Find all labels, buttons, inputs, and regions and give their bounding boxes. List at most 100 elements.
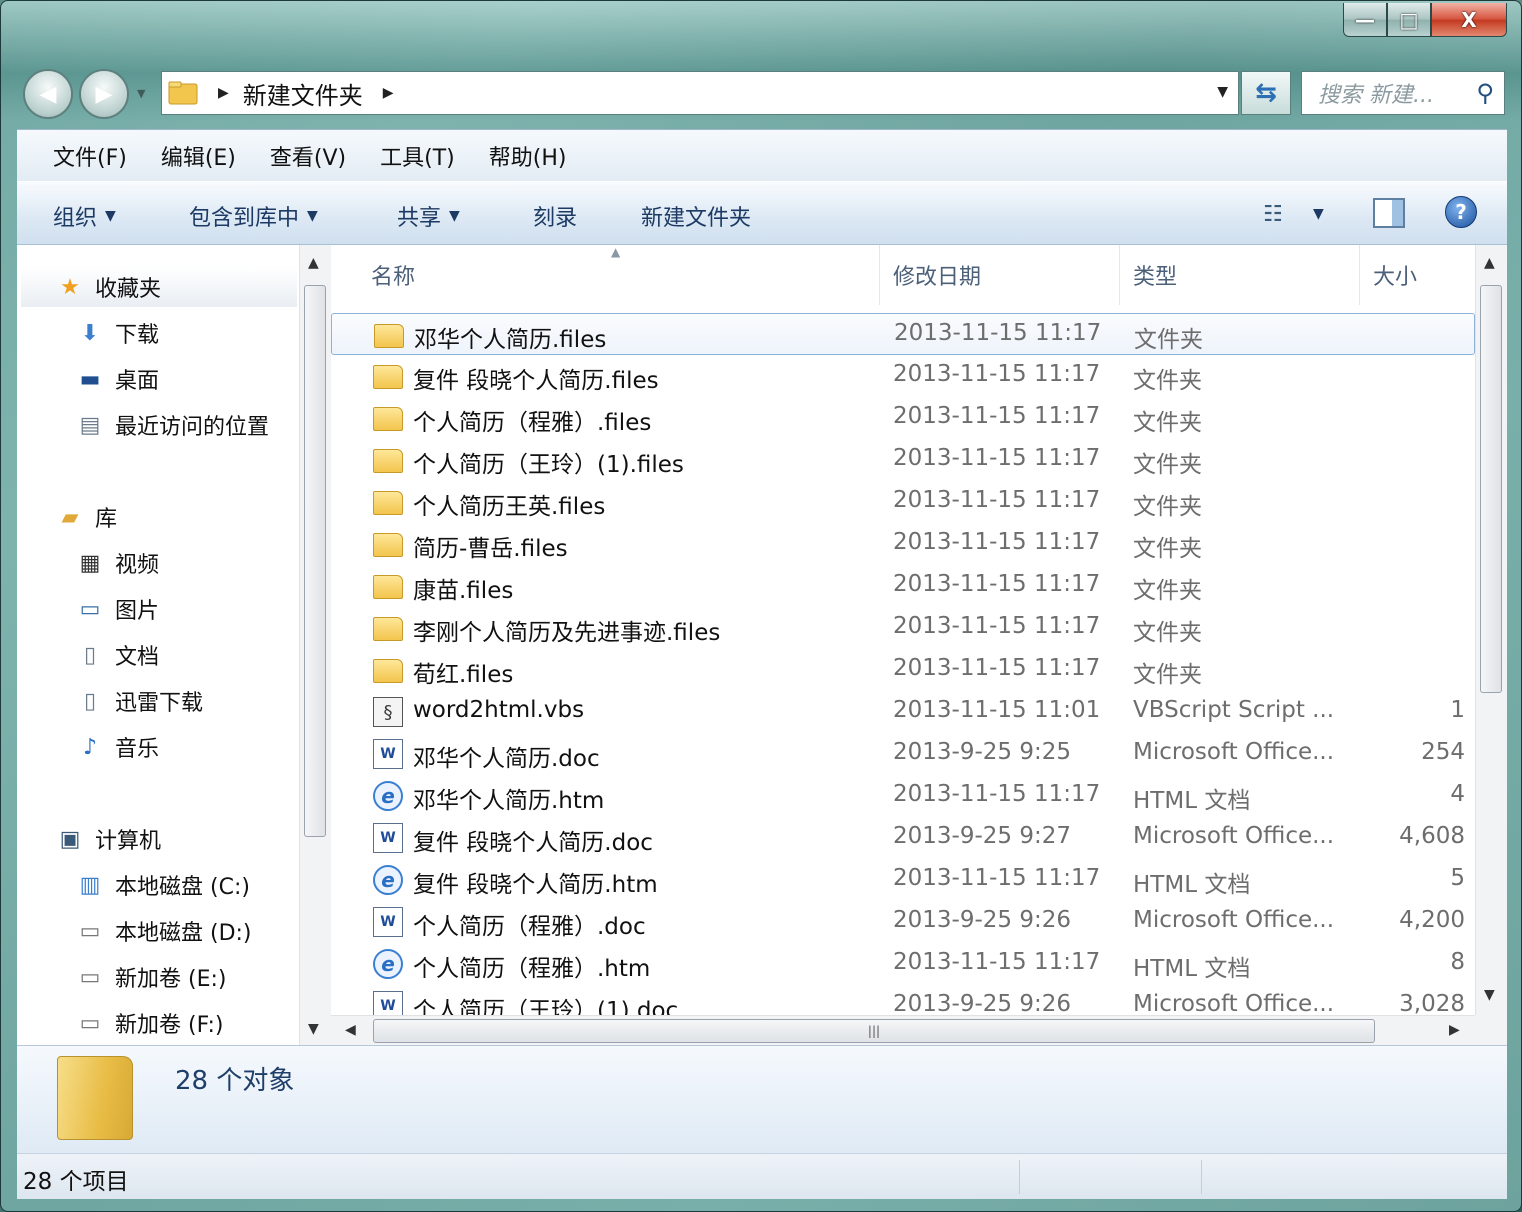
file-date: 2013-11-15 11:17 <box>893 949 1101 975</box>
back-button[interactable]: ◀ <box>23 69 73 119</box>
share-button[interactable]: 共享 ▼ <box>397 200 460 232</box>
word-document-icon: W <box>373 739 403 769</box>
sidebar-item-documents[interactable]: ▯ 文档 <box>75 635 159 675</box>
sidebar-item-recent[interactable]: ▤ 最近访问的位置 <box>75 405 269 445</box>
sidebar-item-pictures[interactable]: ▭ 图片 <box>75 589 159 629</box>
sidebar-favorites[interactable]: ★ 收藏夹 <box>21 267 297 307</box>
help-icon[interactable]: ? <box>1445 196 1477 228</box>
sidebar-item-downloads[interactable]: ⬇ 下载 <box>75 313 159 353</box>
column-divider[interactable] <box>1359 245 1360 305</box>
maximize-button[interactable]: □ <box>1387 3 1431 37</box>
sidebar-item-drive-e[interactable]: ▭ 新加卷 (E:) <box>75 957 227 997</box>
minimize-button[interactable]: — <box>1343 3 1387 37</box>
sidebar-computer[interactable]: ▣ 计算机 <box>55 819 161 859</box>
table-row[interactable]: 复件 段晓个人简历.files 2013-11-15 11:17 文件夹 <box>331 355 1475 397</box>
scroll-thumb[interactable] <box>304 285 326 837</box>
breadcrumb-arrow-icon[interactable]: ▶ <box>383 85 394 101</box>
table-row[interactable]: 邓华个人简历.files 2013-11-15 11:17 文件夹 <box>331 313 1475 355</box>
scroll-down-icon[interactable]: ▼ <box>1484 987 1495 1003</box>
column-divider[interactable] <box>879 245 880 305</box>
table-row[interactable]: 康苗.files 2013-11-15 11:17 文件夹 <box>331 565 1475 607</box>
burn-button[interactable]: 刻录 <box>533 200 577 232</box>
forward-button[interactable]: ▶ <box>79 69 129 119</box>
breadcrumb-item[interactable]: 新建文件夹 <box>243 76 363 111</box>
sidebar-item-label: 最近访问的位置 <box>115 415 270 440</box>
table-row[interactable]: 个人简历（王玲）(1).files 2013-11-15 11:17 文件夹 <box>331 439 1475 481</box>
column-name[interactable]: 名称 <box>371 259 415 291</box>
table-row[interactable]: e 复件 段晓个人简历.htm 2013-11-15 11:17 HTML 文档 5 <box>331 859 1475 901</box>
column-date[interactable]: 修改日期 <box>893 259 981 291</box>
file-rows: 邓华个人简历.files 2013-11-15 11:17 文件夹 复件 段晓个人简历… <box>331 313 1475 1015</box>
table-row[interactable]: W 邓华个人简历.doc 2013-9-25 9:25 Microsoft Offic… <box>331 733 1475 775</box>
sidebar-item-drive-d[interactable]: ▭ 本地磁盘 (D:) <box>75 911 252 951</box>
menu-edit[interactable]: 编辑(E) <box>161 140 236 172</box>
close-button[interactable]: X <box>1431 3 1507 37</box>
file-type: HTML 文档 <box>1133 956 1251 982</box>
table-row[interactable]: e 邓华个人简历.htm 2013-11-15 11:17 HTML 文档 4 <box>331 775 1475 817</box>
sidebar-item-desktop[interactable]: ▬ 桌面 <box>75 359 159 399</box>
table-row[interactable]: § word2html.vbs 2013-11-15 11:01 VBScript S… <box>331 691 1475 733</box>
file-list-vertical-scrollbar[interactable]: ▲ ▼ <box>1475 245 1507 1015</box>
navigation-pane-scrollbar[interactable]: ▲ ▼ <box>299 245 331 1045</box>
table-row[interactable]: 李刚个人简历及先进事迹.files 2013-11-15 11:17 文件夹 <box>331 607 1475 649</box>
sidebar-item-drive-f[interactable]: ▭ 新加卷 (F:) <box>75 1003 224 1043</box>
column-divider[interactable] <box>1119 245 1120 305</box>
scroll-up-icon[interactable]: ▲ <box>1484 255 1495 271</box>
breadcrumb-arrow-icon[interactable]: ▶ <box>218 85 229 101</box>
scroll-up-icon[interactable]: ▲ <box>308 255 319 271</box>
sidebar-item-videos[interactable]: ▦ 视频 <box>75 543 159 583</box>
file-type: 文件夹 <box>1134 327 1203 353</box>
view-options-icon[interactable]: ☷ <box>1263 202 1283 227</box>
details-pane: 28 个对象 <box>17 1045 1507 1153</box>
sidebar-libraries[interactable]: ▰ 库 <box>55 497 117 537</box>
scroll-down-icon[interactable]: ▼ <box>308 1021 319 1037</box>
menu-tools[interactable]: 工具(T) <box>380 140 455 172</box>
html-document-icon: e <box>373 781 403 811</box>
file-type: 文件夹 <box>1133 620 1202 646</box>
table-row[interactable]: 个人简历（程雅）.files 2013-11-15 11:17 文件夹 <box>331 397 1475 439</box>
table-row[interactable]: W 个人简历（王玲）(1).doc 2013-9-25 9:26 Microsoft … <box>331 985 1475 1015</box>
table-row[interactable]: 简历-曹岳.files 2013-11-15 11:17 文件夹 <box>331 523 1475 565</box>
explorer-window: — □ X ◀ ▶ ▼ ▶ 新建文件夹 ▶ ▼ ⇆ 搜索 新建... ⚲ 文件(… <box>0 0 1522 1212</box>
address-dropdown-icon[interactable]: ▼ <box>1217 84 1228 100</box>
search-box[interactable]: 搜索 新建... ⚲ <box>1301 71 1505 115</box>
folder-icon <box>373 659 403 683</box>
new-folder-button[interactable]: 新建文件夹 <box>641 200 751 232</box>
file-date: 2013-11-15 11:17 <box>893 781 1101 807</box>
recent-pages-dropdown[interactable]: ▼ <box>137 87 145 100</box>
address-bar[interactable]: ▶ 新建文件夹 ▶ ▼ <box>161 71 1239 115</box>
scroll-thumb[interactable]: ||| <box>373 1019 1375 1043</box>
chevron-down-icon[interactable]: ▼ <box>1313 206 1324 222</box>
table-row[interactable]: W 复件 段晓个人简历.doc 2013-9-25 9:27 Microsoft Of… <box>331 817 1475 859</box>
include-library-button[interactable]: 包含到库中 ▼ <box>189 200 318 232</box>
sidebar-item-drive-c[interactable]: ▥ 本地磁盘 (C:) <box>75 865 250 905</box>
video-icon: ▦ <box>79 550 101 576</box>
caption-buttons: — □ X <box>1343 3 1507 39</box>
file-list-horizontal-scrollbar[interactable]: ◀ ||| ▶ <box>331 1015 1475 1045</box>
sidebar-item-xunlei[interactable]: ▯ 迅雷下载 <box>75 681 203 721</box>
file-date: 2013-11-15 11:17 <box>893 487 1101 513</box>
column-size[interactable]: 大小 <box>1373 259 1417 291</box>
search-input[interactable]: 搜索 新建... <box>1318 77 1476 109</box>
sidebar-item-label: 视频 <box>115 553 160 578</box>
table-row[interactable]: W 个人简历（程雅）.doc 2013-9-25 9:26 Microsoft Off… <box>331 901 1475 943</box>
file-date: 2013-9-25 9:26 <box>893 907 1071 933</box>
file-name: 李刚个人简历及先进事迹.files <box>413 620 721 646</box>
preview-pane-icon[interactable] <box>1373 198 1405 228</box>
sidebar-item-label: 图片 <box>115 599 160 624</box>
table-row[interactable]: 个人简历王英.files 2013-11-15 11:17 文件夹 <box>331 481 1475 523</box>
scroll-left-icon[interactable]: ◀ <box>345 1022 356 1038</box>
menu-file[interactable]: 文件(F) <box>53 140 127 172</box>
table-row[interactable]: 荀红.files 2013-11-15 11:17 文件夹 <box>331 649 1475 691</box>
search-icon[interactable]: ⚲ <box>1476 79 1494 107</box>
table-row[interactable]: e 个人简历（程雅）.htm 2013-11-15 11:17 HTML 文档 8 <box>331 943 1475 985</box>
scroll-thumb[interactable] <box>1480 285 1502 693</box>
menu-help[interactable]: 帮助(H) <box>489 140 567 172</box>
file-size: 254 <box>1421 739 1465 765</box>
organize-button[interactable]: 组织 ▼ <box>53 200 116 232</box>
sidebar-item-music[interactable]: ♪ 音乐 <box>75 727 159 767</box>
scroll-right-icon[interactable]: ▶ <box>1449 1022 1460 1038</box>
menu-view[interactable]: 查看(V) <box>270 140 346 172</box>
column-type[interactable]: 类型 <box>1133 259 1177 291</box>
refresh-button[interactable]: ⇆ <box>1241 71 1291 115</box>
